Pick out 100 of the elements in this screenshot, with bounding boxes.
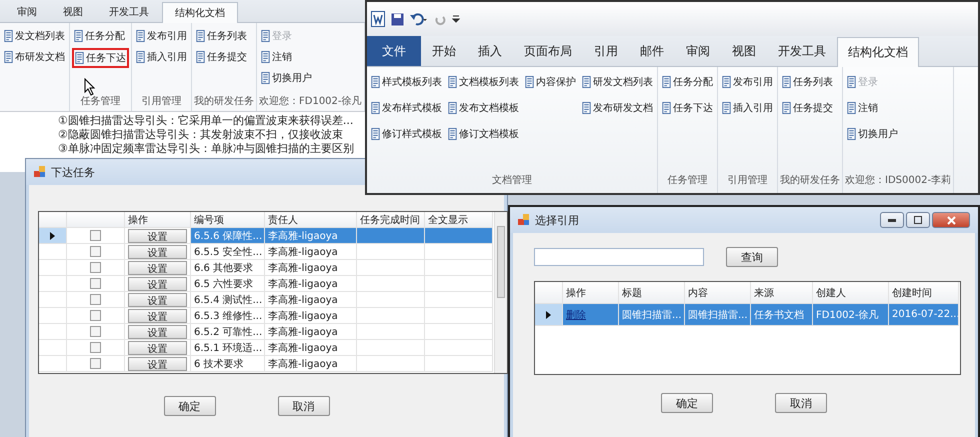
ribbon-button[interactable]: 修订样式模板 — [369, 123, 444, 145]
column-header[interactable]: 任务完成时间 — [357, 212, 425, 228]
ribbon-button[interactable]: 切换用户 — [259, 69, 314, 87]
settings-button[interactable]: 设置 — [128, 324, 187, 338]
document-icon — [847, 102, 856, 114]
minimize-button[interactable] — [880, 212, 904, 228]
ribbon-button[interactable]: 研发文档列表 — [580, 71, 655, 93]
column-header[interactable]: 标题 — [619, 282, 685, 304]
table-cell: 李高雅-ligaoya — [265, 228, 357, 244]
settings-button[interactable]: 设置 — [128, 356, 187, 370]
ribbon-button[interactable]: 任务列表 — [194, 27, 249, 45]
ribbon-button[interactable]: 注销 — [259, 48, 314, 66]
document-icon — [261, 72, 270, 84]
ribbon-button[interactable]: 任务提交 — [194, 48, 249, 66]
table-cell: 6.5.3 维修性... — [191, 308, 265, 324]
table-cell — [425, 244, 493, 260]
dialog-button[interactable]: 确定 — [164, 396, 216, 416]
column-header[interactable]: 编号项 — [191, 212, 265, 228]
row-header[interactable] — [535, 304, 563, 326]
ribbon-tab[interactable]: 审阅 — [4, 1, 50, 22]
ribbon-button[interactable]: 插入引用 — [134, 48, 189, 66]
column-header[interactable]: 全文显示 — [425, 212, 493, 228]
customize-icon[interactable] — [452, 13, 460, 25]
dialog-button[interactable]: 取消 — [278, 396, 330, 416]
dialog-button[interactable]: 确定 — [661, 393, 713, 413]
ribbon-tab[interactable]: 开发工具 — [767, 36, 837, 66]
settings-button[interactable]: 设置 — [128, 276, 187, 290]
ribbon-tab[interactable]: 开始 — [421, 36, 467, 66]
checkbox[interactable] — [90, 262, 101, 273]
ribbon-tab[interactable]: 开发工具 — [96, 1, 162, 22]
ribbon-button[interactable]: 样式模板列表 — [369, 71, 444, 93]
checkbox[interactable] — [90, 342, 101, 353]
ribbon-button[interactable]: 发布研发文档 — [580, 97, 655, 119]
dialog-button[interactable]: 取消 — [775, 393, 827, 413]
ribbon-tab[interactable]: 插入 — [467, 36, 513, 66]
file-tab[interactable]: 文件 — [367, 36, 421, 66]
ribbon-button[interactable]: 发布文档模板 — [446, 97, 521, 119]
settings-button[interactable]: 设置 — [128, 308, 187, 322]
ribbon-button[interactable]: 内容保护 — [523, 71, 578, 93]
settings-button[interactable]: 设置 — [128, 260, 187, 274]
table-cell: 李高雅-ligaoya — [265, 324, 357, 340]
checkbox[interactable] — [90, 278, 101, 289]
ribbon-button[interactable]: 任务下达 — [660, 97, 715, 119]
table-cell — [425, 340, 493, 356]
column-header[interactable]: 创建时间 — [889, 282, 959, 304]
maximize-button[interactable] — [906, 212, 930, 228]
ribbon-button[interactable]: 任务分配 — [660, 71, 715, 93]
search-button[interactable]: 查询 — [726, 247, 778, 267]
settings-button[interactable]: 设置 — [128, 292, 187, 306]
column-header[interactable]: 创建人 — [813, 282, 889, 304]
ribbon-tab[interactable]: 视图 — [50, 1, 96, 22]
ribbon-button[interactable]: 任务下达 — [72, 48, 129, 68]
save-icon[interactable] — [391, 12, 404, 26]
checkbox[interactable] — [90, 246, 101, 257]
checkbox[interactable] — [90, 230, 101, 241]
group-label: 引用管理 — [726, 174, 768, 188]
ribbon-button[interactable]: 发布样式模板 — [369, 97, 444, 119]
ribbon-tab[interactable]: 邮件 — [629, 36, 675, 66]
row-header[interactable] — [39, 228, 67, 244]
ribbon-button[interactable]: 注销 — [845, 97, 900, 119]
ribbon-button[interactable]: 修订文档模板 — [446, 123, 521, 145]
column-header[interactable]: 操作 — [563, 282, 619, 304]
settings-button[interactable]: 设置 — [128, 340, 187, 354]
ribbon-button[interactable]: 任务提交 — [780, 97, 835, 119]
checkbox[interactable] — [90, 294, 101, 305]
column-header[interactable]: 操作 — [125, 212, 191, 228]
column-header[interactable]: 内容 — [685, 282, 751, 304]
column-header[interactable]: 来源 — [751, 282, 813, 304]
ribbon-button[interactable]: 插入引用 — [720, 97, 775, 119]
checkbox[interactable] — [90, 358, 101, 369]
document-icon — [136, 51, 145, 63]
ribbon-button[interactable]: 文档模板列表 — [446, 71, 521, 93]
table-cell — [357, 244, 425, 260]
ribbon-tab[interactable]: 审阅 — [675, 36, 721, 66]
settings-button[interactable]: 设置 — [128, 228, 187, 242]
ribbon-button[interactable]: 切换用户 — [845, 123, 900, 145]
table-cell: 6.5.6 保障性... — [191, 228, 265, 244]
undo-icon[interactable] — [410, 12, 428, 26]
word-icon[interactable] — [371, 11, 385, 27]
ribbon-tab[interactable]: 结构化文档 — [162, 2, 238, 23]
ribbon-button[interactable]: 发布引用 — [134, 27, 189, 45]
ribbon-button[interactable]: 发布引用 — [720, 71, 775, 93]
header-cell — [39, 212, 67, 228]
checkbox[interactable] — [90, 310, 101, 321]
ribbon-tab[interactable]: 结构化文档 — [837, 37, 919, 67]
column-header[interactable]: 责任人 — [265, 212, 357, 228]
settings-button[interactable]: 设置 — [128, 244, 187, 258]
ribbon-button[interactable]: 发文档列表 — [2, 27, 67, 45]
checkbox[interactable] — [90, 326, 101, 337]
ribbon-button[interactable]: 任务分配 — [72, 27, 129, 45]
search-field[interactable] — [534, 248, 704, 266]
ribbon-button[interactable]: 任务列表 — [780, 71, 835, 93]
ribbon-tab[interactable]: 视图 — [721, 36, 767, 66]
ribbon-button[interactable]: 布研发文档 — [2, 48, 67, 66]
close-button[interactable] — [932, 212, 970, 228]
scrollbar[interactable] — [494, 212, 507, 373]
ribbon-tab[interactable]: 页面布局 — [513, 36, 583, 66]
ribbon-tab[interactable]: 引用 — [583, 36, 629, 66]
table-cell — [357, 292, 425, 308]
table-cell — [357, 340, 425, 356]
